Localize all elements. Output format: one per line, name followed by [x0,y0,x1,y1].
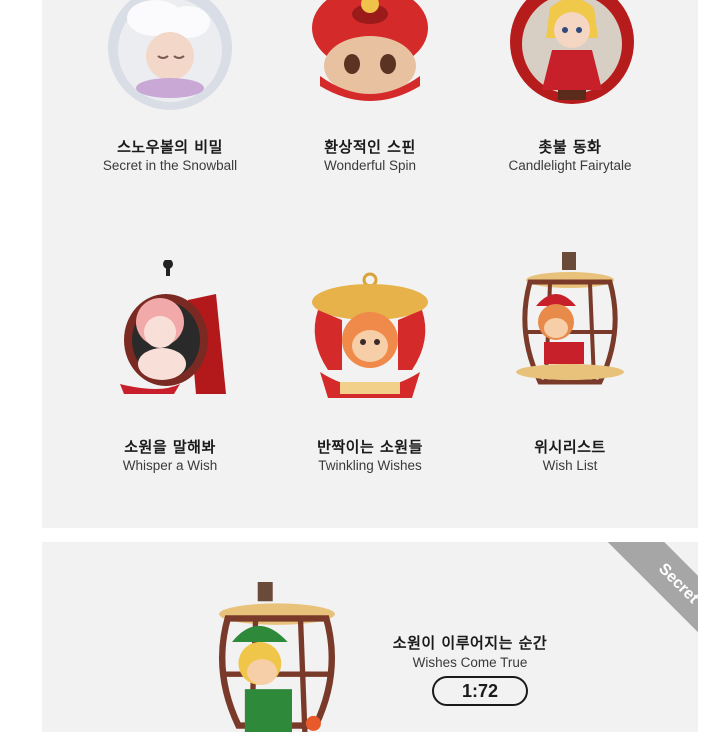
secret-ratio-badge: 1:72 [432,676,528,706]
figure-name-en: Wish List [542,458,598,473]
secret-name-en: Wishes Come True [412,655,528,670]
figure-card[interactable]: 소원을 말해봐 Whisper a Wish [70,260,270,473]
figure-card[interactable]: 환상적인 스핀 Wonderful Spin [270,0,470,200]
figure-name-en: Candlelight Fairytale [508,158,632,173]
figure-name-ko: 반짝이는 소원들 [317,438,423,456]
figure-name-en: Wonderful Spin [323,158,417,173]
figure-name-ko: 위시리스트 [534,438,606,456]
figure-name-ko: 환상적인 스핀 [324,138,416,156]
figure-card[interactable]: 스노우볼의 비밀 Secret in the Snowball [70,0,270,200]
ornament-shell-figure-icon [312,272,428,398]
figure-card[interactable]: 반짝이는 소원들 Twinkling Wishes [270,260,470,473]
figure-card[interactable]: 위시리스트 Wish List [470,252,670,473]
figure-name-en: Twinkling Wishes [318,458,422,473]
figure-name-en: Secret in the Snowball [102,158,238,173]
spinning-top-figure-icon [312,0,428,101]
secret-name-ko: 소원이 이루어지는 순간 [392,634,548,652]
apple-girl-figure-icon [510,0,634,104]
figure-card[interactable]: 촛불 동화 Candlelight Fairytale [470,0,670,200]
devil-girl-figure-icon [120,260,226,394]
figure-name-en: Whisper a Wish [122,458,218,473]
secret-figure-panel[interactable]: Secret 소원이 이루어지는 순간 Wishes Come True 1:7… [42,542,698,732]
snowball-figure-icon [108,0,232,110]
figure-grid-panel: 스노우볼의 비밀 Secret in the Snowball 환상적인 스핀 … [42,0,698,528]
figure-name-ko: 스노우볼의 비밀 [117,138,223,156]
figure-name-ko: 소원을 말해봐 [124,438,216,456]
secret-badge-label: Secret [603,542,698,659]
green-elf-figure-icon [218,582,336,732]
figure-name-ko: 촛불 동화 [538,138,602,156]
cage-boy-figure-icon [516,252,624,385]
